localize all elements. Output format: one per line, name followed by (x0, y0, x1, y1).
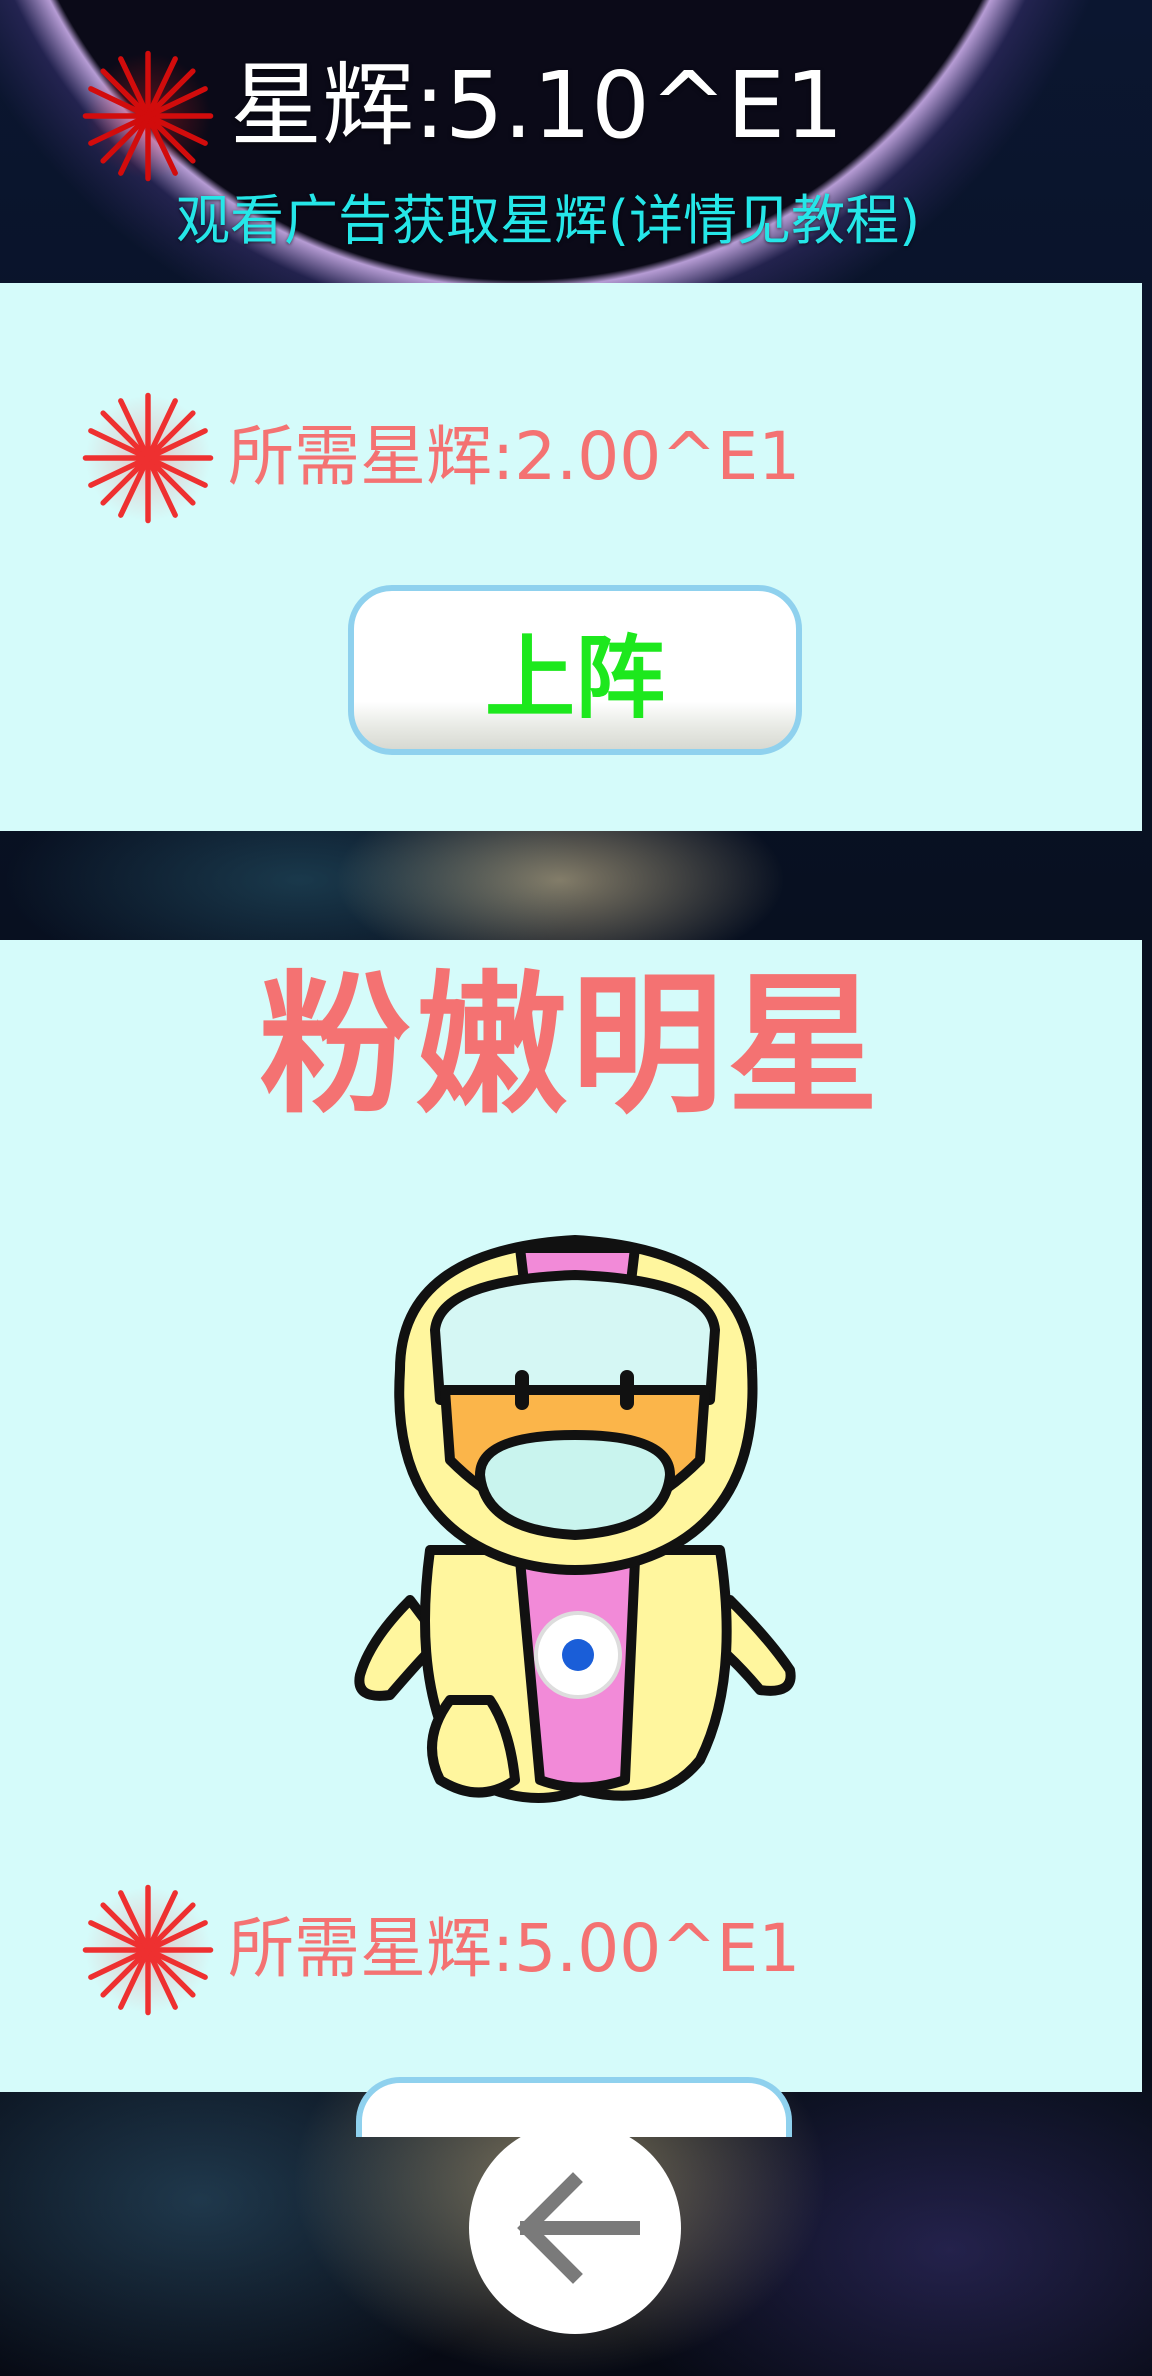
back-button[interactable] (469, 2122, 681, 2334)
required-stardust-label: 所需星辉:5.00^E1 (228, 1910, 801, 1987)
arrow-left-icon (517, 2172, 640, 2284)
character-name: 粉嫩明星 (259, 957, 883, 1134)
deploy-button[interactable]: 上阵 (348, 585, 802, 755)
star-sparkle-icon (82, 1884, 214, 2016)
required-stardust-label: 所需星辉:2.00^E1 (228, 418, 801, 495)
currency-balance: 星辉:5.10^E1 (230, 52, 844, 159)
star-sparkle-icon (82, 50, 214, 182)
watch-ad-link[interactable]: 观看广告获取星辉(详情见教程) (176, 194, 920, 248)
star-sparkle-icon (82, 392, 214, 524)
character-image (354, 1235, 796, 1803)
